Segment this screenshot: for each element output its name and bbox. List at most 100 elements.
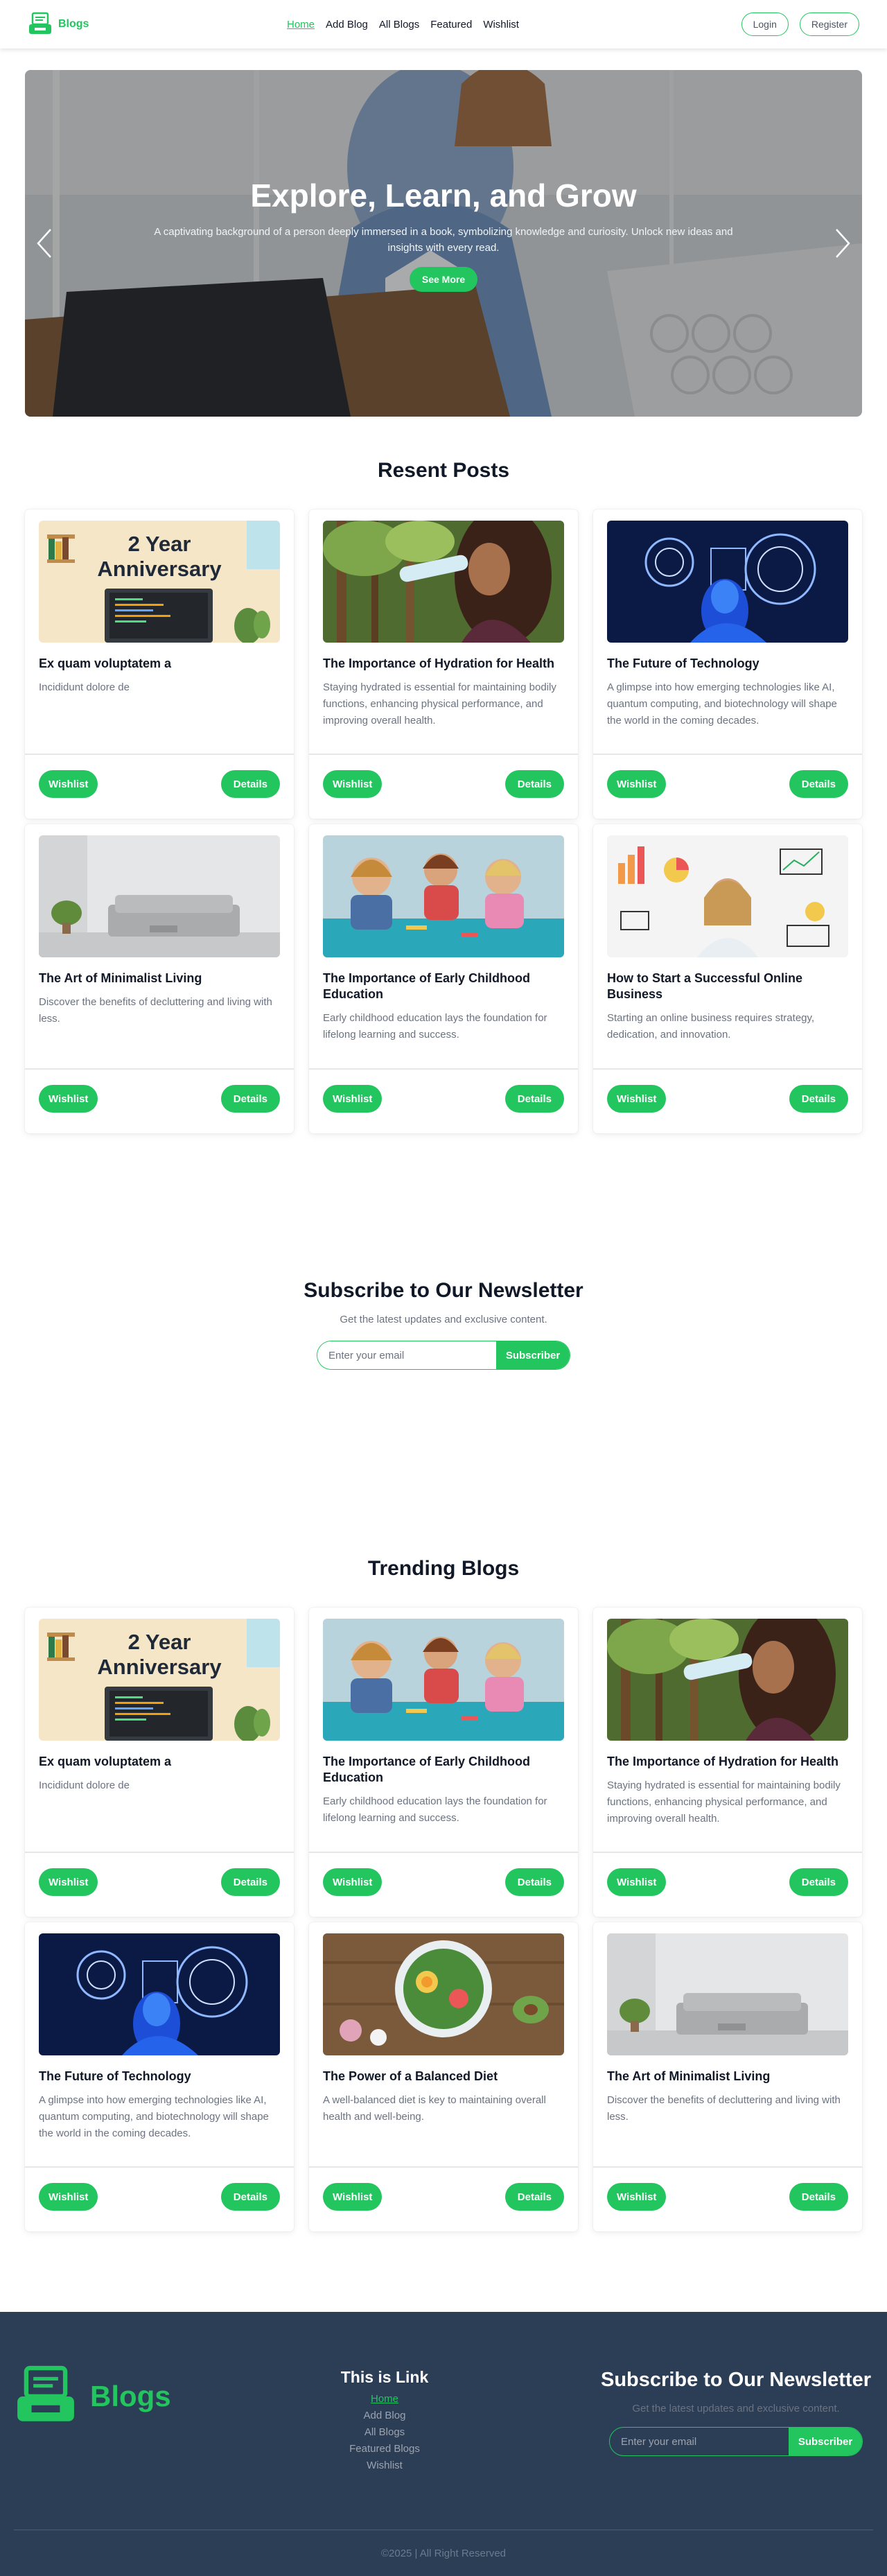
childhood-education-image [323,1619,564,1741]
see-more-button[interactable]: See More [409,267,478,292]
recent-posts-heading: Resent Posts [377,459,510,482]
wishlist-button[interactable]: Wishlist [39,2183,98,2211]
typewriter-logo-icon [17,2365,74,2421]
hydration-image [607,1619,848,1741]
card-divider [309,2166,578,2168]
navbar: Blogs Home Add Blog All Blogs Featured W… [0,0,887,49]
blog-card: The Future of Technology A glimpse into h… [593,510,862,819]
details-button[interactable]: Details [220,1868,280,1896]
card-divider [593,2166,862,2168]
card-divider [25,1852,294,1853]
nav-link-home[interactable]: Home [287,19,315,31]
card-divider [25,754,294,755]
newsletter-subtitle: Get the latest updates and exclusive con… [340,1314,547,1325]
blog-card-title: The Importance of Hydration for Health [607,1755,839,1768]
wishlist-button[interactable]: Wishlist [323,1868,383,1896]
footer-brand-name: Blogs [90,2380,171,2412]
details-button[interactable]: Details [789,770,848,798]
blog-card-title: The Importance of Hydration for Health [323,656,555,670]
card-divider [25,2166,294,2168]
newsletter-email-input[interactable] [317,1341,496,1369]
blog-card-description: Discover the benefits of decluttering an… [39,996,272,1025]
footer-brand[interactable]: Blogs [14,2365,171,2428]
nav-link-wishlist[interactable]: Wishlist [483,19,519,31]
register-button[interactable]: Register [799,12,859,36]
blog-card-title: How to Start a Successful Online Busines… [607,971,803,1001]
blog-card: 2 Year Anniversary Ex quam voluptatem a I… [25,1608,294,1917]
technology-image [607,521,848,643]
childhood-education-image [323,835,564,957]
details-button[interactable]: Details [220,2183,280,2211]
anniversary-image: 2 Year Anniversary [39,1619,280,1741]
details-button[interactable]: Details [504,1868,564,1896]
hero-banner: Explore, Learn, and Grow A captivating b… [25,70,862,417]
auth-buttons: Login Register [741,12,859,36]
details-button[interactable]: Details [504,770,564,798]
trending-blogs-heading: Trending Blogs [367,1557,520,1580]
blog-card: The Importance of Hydration for Health St… [593,1608,862,1917]
image-caption: 2 Year [128,532,191,556]
blog-card-title: The Importance of Early Childhood Educat… [323,971,531,1001]
copyright: ©2025 | All Right Reserved [380,2548,507,2559]
wishlist-button[interactable]: Wishlist [323,1085,383,1113]
wishlist-button[interactable]: Wishlist [607,1868,667,1896]
footer-newsletter-form: Subscriber [609,2427,863,2456]
main-nav: Home Add Blog All Blogs Featured Wishlis… [287,0,519,49]
wishlist-button[interactable]: Wishlist [39,770,98,798]
wishlist-button[interactable]: Wishlist [607,1085,667,1113]
hydration-image [323,521,564,643]
newsletter-subscribe-button[interactable]: Subscriber [496,1341,570,1369]
blog-card: The Importance of Early Childhood Educat… [309,824,578,1133]
details-button[interactable]: Details [789,2183,848,2211]
blog-card: The Future of Technology A glimpse into h… [25,1922,294,2231]
details-button[interactable]: Details [789,1085,848,1113]
nav-link-all-blogs[interactable]: All Blogs [379,19,419,31]
blog-card-title: The Future of Technology [607,656,759,670]
blog-card-description: Early childhood education lays the found… [323,1795,547,1824]
blog-card-title: Ex quam voluptatem a [39,1755,172,1768]
hero-title: Explore, Learn, and Grow [250,177,637,214]
technology-image [39,1933,280,2055]
blog-card-description: Staying hydrated is essential for mainta… [607,1779,841,1825]
footer-link-wishlist[interactable]: Wishlist [315,2457,454,2474]
footer-link-home[interactable]: Home [315,2391,454,2408]
balanced-diet-image [323,1933,564,2055]
wishlist-button[interactable]: Wishlist [323,2183,383,2211]
details-button[interactable]: Details [504,2183,564,2211]
blog-card-description: A glimpse into how emerging technologies… [607,681,837,726]
hero-description: A captivating background of a person dee… [154,226,733,254]
footer-link-add-blog[interactable]: Add Blog [315,2408,454,2424]
wishlist-button[interactable]: Wishlist [39,1085,98,1113]
footer: Blogs This is Link Home Add Blog All Blo… [0,2312,887,2576]
wishlist-button[interactable]: Wishlist [39,1868,98,1896]
footer-link-featured-blogs[interactable]: Featured Blogs [315,2441,454,2457]
blog-card-description: A well-balanced diet is key to maintaini… [323,2094,546,2123]
brand[interactable]: Blogs [28,12,89,37]
footer-newsletter-subscribe-button[interactable]: Subscriber [789,2428,862,2455]
wishlist-button[interactable]: Wishlist [607,770,667,798]
login-button[interactable]: Login [741,12,789,36]
details-button[interactable]: Details [220,1085,280,1113]
wishlist-button[interactable]: Wishlist [323,770,383,798]
nav-link-add-blog[interactable]: Add Blog [326,19,368,31]
footer-links: This is Link Home Add Blog All Blogs Fea… [315,2368,454,2474]
card-divider [593,754,862,755]
blog-card-description: Staying hydrated is essential for mainta… [323,681,556,726]
blog-card-description: Incididunt dolore de [39,1779,130,1791]
details-button[interactable]: Details [789,1868,848,1896]
wishlist-button[interactable]: Wishlist [607,2183,667,2211]
image-caption: Anniversary [97,557,222,581]
blog-card-description: Incididunt dolore de [39,681,130,693]
card-divider [593,1852,862,1853]
footer-links-heading: This is Link [340,2368,429,2386]
blog-card-description: Early childhood education lays the found… [323,1012,547,1041]
details-button[interactable]: Details [504,1085,564,1113]
blog-card-title: The Future of Technology [39,2069,191,2083]
nav-link-featured[interactable]: Featured [430,19,472,31]
footer-link-all-blogs[interactable]: All Blogs [315,2424,454,2441]
newsletter-form: Subscriber [317,1341,570,1370]
hero-content: Explore, Learn, and Grow A captivating b… [25,177,862,292]
blog-card: The Art of Minimalist Living Discover the… [25,824,294,1133]
footer-newsletter-email-input[interactable] [610,2428,789,2455]
details-button[interactable]: Details [220,770,280,798]
